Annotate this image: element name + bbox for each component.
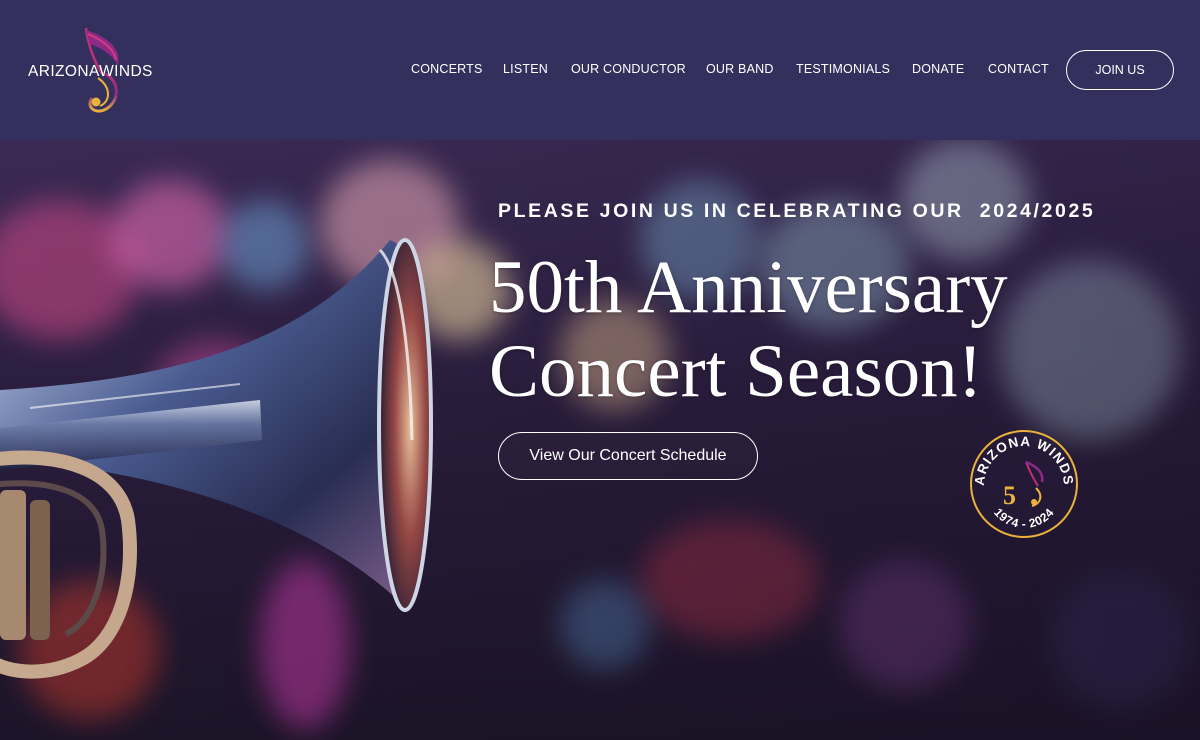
nav-concerts[interactable]: CONCERTS <box>411 62 483 76</box>
headline-line-2: Concert Season! <box>489 330 983 413</box>
anniversary-badge-icon: ARIZONA WINDS 1974 - 2024 <box>970 430 1078 538</box>
nav-donate[interactable]: DONATE <box>912 62 964 76</box>
headline-line-1: 50th Anniversary <box>489 246 1008 329</box>
logo-text: ARIZONAWINDS <box>28 63 153 80</box>
nav-contact[interactable]: CONTACT <box>988 62 1049 76</box>
hero-headline: 50th Anniversary Concert Season! <box>489 246 1008 414</box>
hero-eyebrow: PLEASE JOIN US IN CELEBRATING OUR 2024/2… <box>498 200 1096 222</box>
hero-section: PLEASE JOIN US IN CELEBRATING OUR 2024/2… <box>0 140 1200 740</box>
site-logo[interactable]: ARIZONAWINDS <box>26 26 176 116</box>
badge-number: 5 <box>1003 481 1016 510</box>
nav-our-band[interactable]: OUR BAND <box>706 62 774 76</box>
join-us-button[interactable]: JOIN US <box>1066 50 1174 90</box>
view-concert-schedule-button[interactable]: View Our Concert Schedule <box>498 432 758 480</box>
site-header: ARIZONAWINDS CONCERTS LISTEN OUR CONDUCT… <box>0 0 1200 140</box>
nav-our-conductor[interactable]: OUR CONDUCTOR <box>571 62 686 76</box>
nav-listen[interactable]: LISTEN <box>503 62 548 76</box>
nav-testimonials[interactable]: TESTIMONIALS <box>796 62 890 76</box>
